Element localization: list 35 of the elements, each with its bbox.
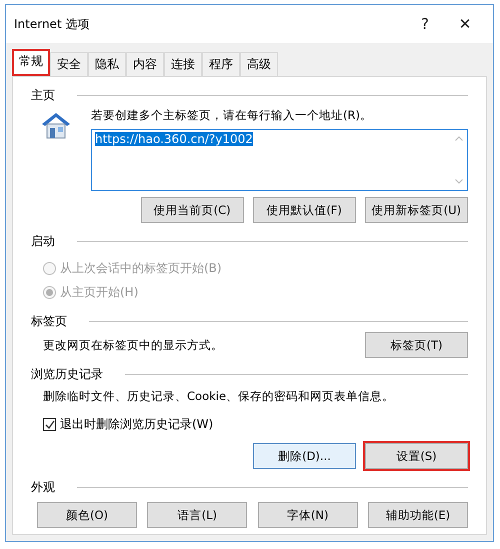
checkbox[interactable] — [43, 418, 56, 431]
home-button[interactable]: 使用当前页(C) — [140, 197, 244, 223]
appearance-button[interactable]: 语言(L) — [147, 502, 248, 528]
scroll-down-icon[interactable] — [455, 179, 463, 184]
tab[interactable]: 连接 — [164, 52, 202, 76]
hint-text: 若要创建多个主标签页，请在每行输入一个地址(R)。 — [91, 108, 373, 123]
home-page-field[interactable]: https://hao.360.cn/?y1002 — [91, 129, 468, 191]
appearance-button[interactable]: 字体(N) — [258, 502, 358, 528]
checkbox-label: 退出时删除浏览历史记录(W) — [60, 416, 214, 433]
section-heading: 浏览历史记录 — [31, 366, 103, 383]
section-heading: 启动 — [31, 233, 55, 250]
description-text: 删除临时文件、历史记录、Cookie、保存的密码和网页表单信息。 — [42, 389, 396, 404]
description-text: 更改网页在标签页中的显示方式。 — [43, 338, 223, 352]
window-title: Internet 选项 — [14, 16, 90, 32]
radio-label: 从上次会话中的标签页开始(B) — [60, 260, 222, 277]
help-button[interactable]: ? — [405, 15, 445, 33]
home-button[interactable]: 使用新标签页(U) — [364, 197, 468, 223]
radio-label: 从主页开始(H) — [60, 284, 138, 301]
home-button[interactable]: 使用默认值(F) — [252, 197, 356, 223]
scroll-up-icon[interactable] — [455, 136, 463, 141]
tab[interactable]: 高级 — [240, 52, 278, 76]
history-button[interactable]: 设置(S) — [365, 443, 468, 469]
appearance-button[interactable]: 颜色(O) — [37, 502, 137, 528]
section-heading: 主页 — [31, 87, 55, 104]
tab[interactable]: 安全 — [50, 52, 88, 76]
tab[interactable]: 常规 — [12, 49, 50, 76]
close-button[interactable]: ✕ — [445, 15, 485, 33]
tab[interactable]: 程序 — [202, 52, 240, 76]
section-heading: 标签页 — [31, 313, 67, 330]
tab[interactable]: 内容 — [126, 52, 164, 76]
history-button[interactable]: 删除(D)... — [253, 443, 356, 469]
appearance-button[interactable]: 辅助功能(E) — [368, 502, 468, 528]
tabs-settings-button[interactable]: 标签页(T) — [365, 332, 468, 358]
section-heading: 外观 — [31, 479, 55, 496]
tab[interactable]: 隐私 — [88, 52, 126, 76]
